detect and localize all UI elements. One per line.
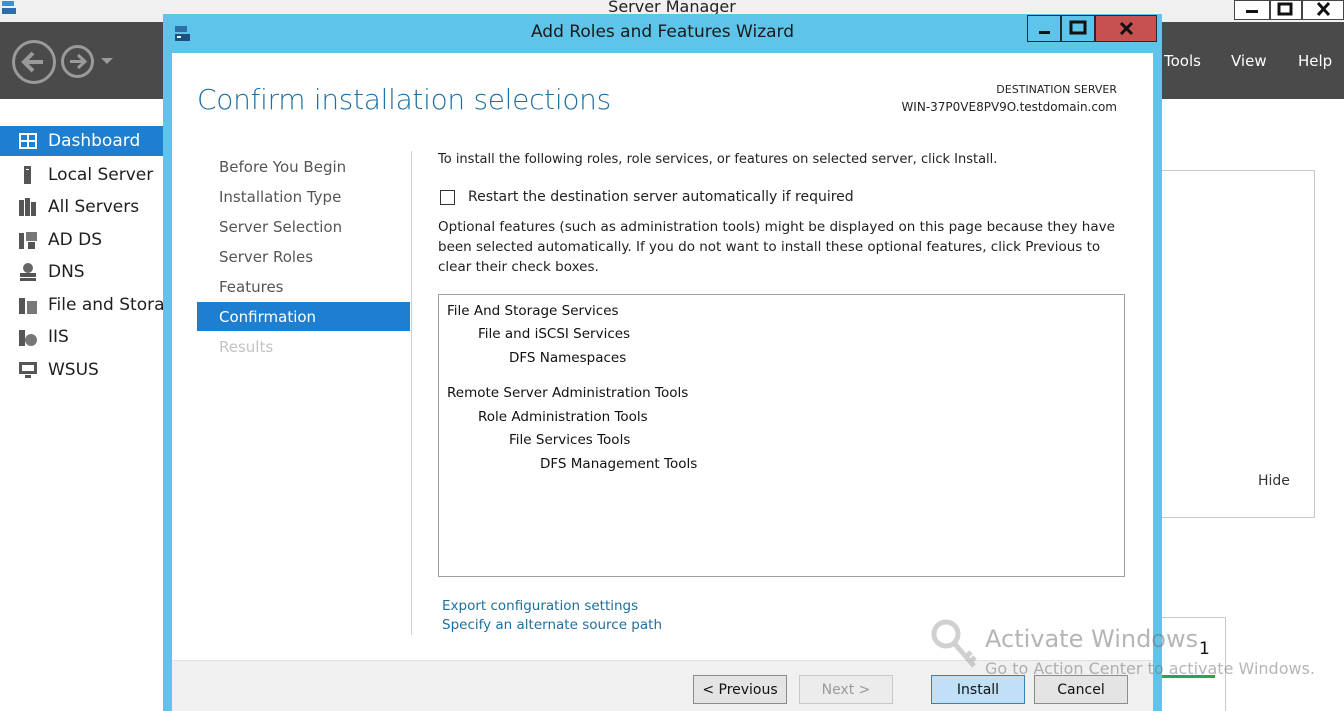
sm-restore-button[interactable]: [1270, 0, 1302, 20]
all-servers-icon: [19, 198, 36, 216]
close-icon: [1316, 1, 1331, 17]
step-features[interactable]: Features: [197, 272, 410, 301]
sidebar-item-ad-ds[interactable]: AD DS: [0, 225, 164, 255]
sidebar-item-label: All Servers: [48, 197, 140, 217]
back-button[interactable]: [12, 40, 56, 84]
sidebar-item-label: Dashboard: [48, 131, 141, 151]
key-icon: [931, 619, 977, 668]
sidebar-item-label: DNS: [48, 262, 85, 282]
sidebar-item-label: File and Storag: [48, 295, 164, 315]
dashboard-tile: [1160, 170, 1315, 518]
sidebar-item-label: Local Server: [48, 165, 154, 185]
step-server-roles[interactable]: Server Roles: [197, 242, 410, 271]
sidebar-item-dns[interactable]: DNS: [0, 257, 164, 287]
nav-divider: [411, 151, 412, 635]
close-icon: [1119, 21, 1134, 36]
wizard-title: Add Roles and Features Wizard: [530, 22, 795, 42]
sm-minimize-button[interactable]: [1234, 0, 1270, 20]
alternate-source-path-link[interactable]: Specify an alternate source path: [442, 617, 662, 633]
step-installation-type[interactable]: Installation Type: [197, 182, 410, 211]
sidebar-item-local-server[interactable]: Local Server: [0, 160, 164, 190]
server-manager-sidebar: Dashboard Local Server All Servers AD DS…: [0, 126, 164, 711]
activate-windows-subtitle: Go to Action Center to activate Windows.: [985, 659, 1316, 678]
menu-tools[interactable]: Tools: [1164, 52, 1201, 70]
optional-features-note: Optional features (such as administratio…: [438, 219, 1115, 275]
intro-text: To install the following roles, role ser…: [438, 152, 998, 167]
destination-server-label: DESTINATION SERVER: [996, 83, 1117, 96]
export-configuration-link[interactable]: Export configuration settings: [442, 598, 638, 614]
selection-item: File and iSCSI Services: [478, 326, 631, 342]
wizard-window: Add Roles and Features Wizard Confirm in…: [163, 14, 1162, 711]
step-before-you-begin[interactable]: Before You Begin: [197, 152, 410, 181]
selection-item: File And Storage Services: [447, 303, 619, 319]
minimize-icon: [1039, 31, 1050, 34]
forward-arrow-icon: [70, 53, 88, 70]
install-button[interactable]: Install: [931, 675, 1025, 704]
wizard-maximize-button[interactable]: [1061, 15, 1095, 42]
sidebar-item-dashboard[interactable]: Dashboard: [0, 126, 164, 156]
selections-list[interactable]: File And Storage Services File and iSCSI…: [438, 294, 1125, 577]
activate-windows-title: Activate Windows: [985, 625, 1199, 653]
step-confirmation[interactable]: Confirmation: [197, 302, 410, 331]
wizard-content: Confirm installation selections DESTINAT…: [172, 53, 1153, 711]
iis-icon: [19, 330, 37, 346]
minimize-icon: [1246, 10, 1258, 13]
file-storage-icon: [19, 298, 37, 314]
wizard-close-button[interactable]: [1095, 15, 1157, 42]
sm-close-button[interactable]: [1302, 0, 1344, 20]
selection-item: DFS Namespaces: [509, 350, 627, 366]
sidebar-item-wsus[interactable]: WSUS: [0, 355, 164, 385]
dashboard-icon: [19, 133, 37, 149]
dns-icon: [20, 263, 36, 281]
next-button: Next >: [799, 675, 893, 704]
sidebar-item-file-storage[interactable]: File and Storag: [0, 290, 164, 320]
sidebar-item-label: AD DS: [48, 230, 103, 250]
menu-view[interactable]: View: [1231, 52, 1267, 70]
ad-ds-icon: [19, 232, 37, 249]
cancel-button[interactable]: Cancel: [1034, 675, 1128, 704]
previous-button[interactable]: < Previous: [693, 675, 787, 704]
sidebar-item-iis[interactable]: IIS: [0, 322, 164, 352]
wsus-icon: [19, 362, 37, 378]
selection-item: DFS Management Tools: [540, 456, 698, 472]
hide-link[interactable]: Hide: [1258, 473, 1290, 489]
step-results: Results: [219, 337, 274, 356]
step-server-selection[interactable]: Server Selection: [197, 212, 410, 241]
maximize-icon: [1069, 20, 1087, 35]
page-title: Confirm installation selections: [197, 83, 611, 116]
restart-checkbox-label[interactable]: Restart the destination server automatic…: [468, 189, 854, 205]
sidebar-item-label: WSUS: [48, 360, 99, 380]
local-server-icon: [24, 166, 31, 184]
selection-item: Remote Server Administration Tools: [447, 385, 689, 401]
selection-item: File Services Tools: [509, 432, 631, 448]
restart-checkbox[interactable]: [440, 190, 455, 205]
forward-button[interactable]: [61, 45, 94, 78]
back-arrow-icon: [21, 51, 43, 73]
sidebar-item-label: IIS: [48, 327, 69, 347]
menu-help[interactable]: Help: [1298, 52, 1332, 70]
sidebar-item-all-servers[interactable]: All Servers: [0, 192, 164, 222]
wizard-minimize-button[interactable]: [1027, 15, 1061, 42]
restore-icon: [1277, 2, 1293, 16]
history-dropdown-icon[interactable]: [100, 56, 114, 66]
selection-item: Role Administration Tools: [478, 409, 648, 425]
destination-server-name: WIN-37P0VE8PV9O.testdomain.com: [901, 100, 1117, 114]
server-count: 1: [1199, 639, 1210, 659]
